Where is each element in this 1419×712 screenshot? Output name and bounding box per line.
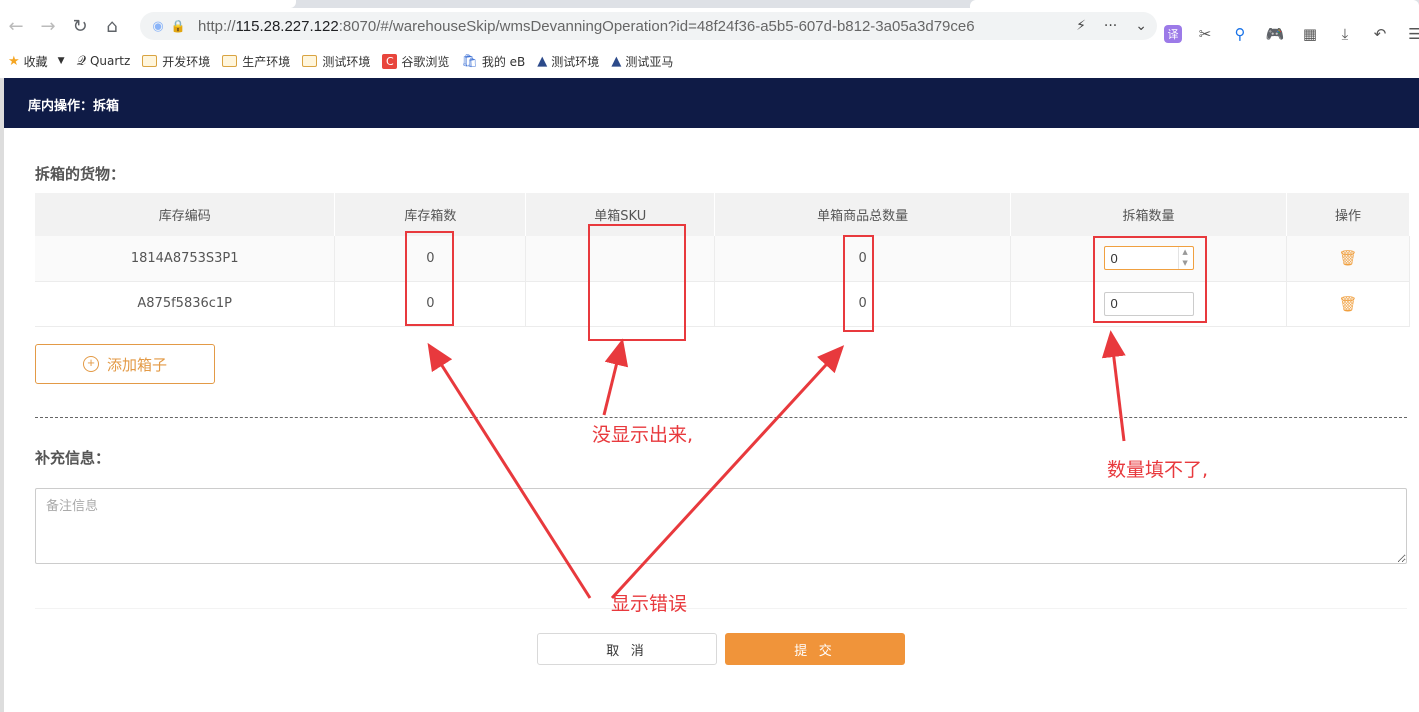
annotation-arrows xyxy=(427,330,1126,600)
annotation-not-shown: 没显示出来, xyxy=(592,424,694,446)
arrow-to-stock-boxes xyxy=(427,342,592,599)
arrow-to-devanning-qty xyxy=(1101,330,1126,442)
annotation-display-error: 显示错误 xyxy=(611,593,688,615)
annotation-cannot-fill: 数量填不了, xyxy=(1107,459,1209,481)
arrow-to-total-quantity xyxy=(610,345,845,600)
arrow-to-sku xyxy=(602,338,629,416)
